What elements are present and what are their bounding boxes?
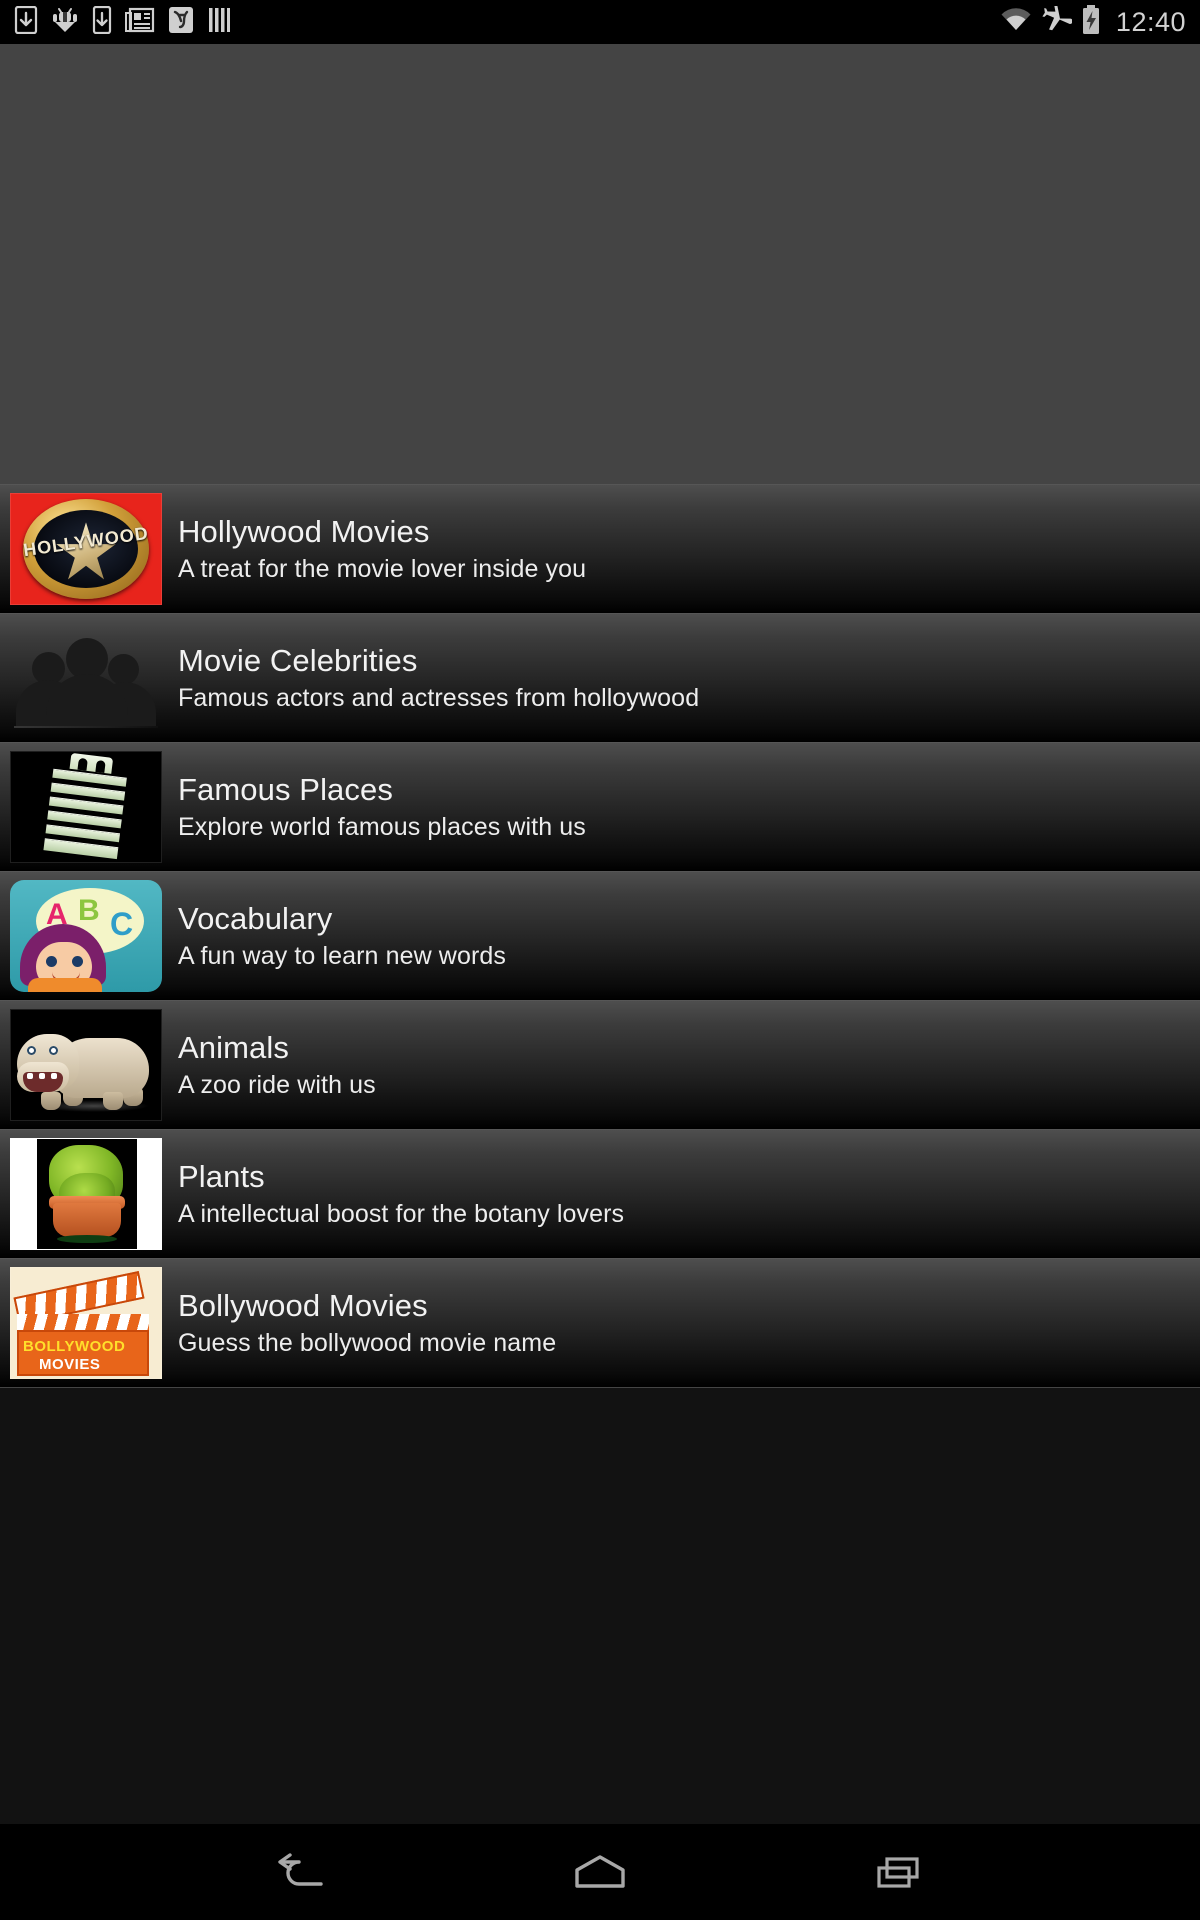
status-bar-clock: 12:40: [1115, 6, 1186, 37]
hollywood-thumb: HOLLYWOOD: [10, 493, 162, 605]
recents-button[interactable]: [840, 1824, 960, 1920]
status-bar-system-icons: 12:40: [999, 4, 1186, 40]
list-item[interactable]: BOLLYWOOD MOVIES Bollywood Movies Guess …: [0, 1258, 1200, 1387]
status-bar: 12:40: [0, 0, 1200, 44]
android-debug-icon: [51, 6, 79, 39]
back-button[interactable]: [240, 1824, 360, 1920]
wifi-icon: [999, 6, 1033, 39]
plants-thumb: [10, 1138, 162, 1250]
list-item-subtitle: A intellectual boost for the botany love…: [178, 1200, 625, 1229]
vocabulary-thumb: A B C: [10, 880, 162, 992]
bollywood-thumb-line2: MOVIES: [39, 1356, 101, 1373]
list-item-subtitle: Explore world famous places with us: [178, 813, 586, 842]
list-item[interactable]: Movie Celebrities Famous actors and actr…: [0, 613, 1200, 742]
list-item-subtitle: Guess the bollywood movie name: [178, 1329, 557, 1358]
bollywood-thumb-line1: BOLLYWOOD: [23, 1338, 126, 1355]
list-item-title: Bollywood Movies: [178, 1287, 428, 1323]
list-item-subtitle: A treat for the movie lover inside you: [178, 555, 587, 584]
list-item-subtitle: A fun way to learn new words: [178, 942, 506, 971]
list-item-subtitle: A zoo ride with us: [178, 1071, 376, 1100]
vocabulary-letter-b: B: [78, 894, 100, 927]
android-screen: 12:40 HOLLYWOOD Hollywood Movies A treat…: [0, 0, 1200, 1920]
list-item-text: Plants A intellectual boost for the bota…: [178, 1158, 625, 1229]
list-item[interactable]: A B C Vocabulary A fun way to learn new …: [0, 871, 1200, 1000]
list-item-text: Animals A zoo ride with us: [178, 1029, 376, 1100]
famous-places-thumb: [10, 751, 162, 863]
celebrities-thumb: [10, 622, 162, 734]
list-item-title: Hollywood Movies: [178, 513, 430, 549]
list-item-title: Vocabulary: [178, 900, 333, 936]
category-list[interactable]: HOLLYWOOD Hollywood Movies A treat for t…: [0, 484, 1200, 1387]
battery-charging-icon: [1081, 4, 1101, 40]
bollywood-thumb: BOLLYWOOD MOVIES: [10, 1267, 162, 1379]
airplane-mode-icon: [1042, 4, 1073, 39]
vocabulary-letter-c: C: [110, 906, 134, 942]
list-empty-area: [0, 1388, 1200, 1840]
list-item-subtitle: Famous actors and actresses from holloyw…: [178, 684, 700, 713]
list-item[interactable]: Animals A zoo ride with us: [0, 1000, 1200, 1129]
list-item-text: Movie Celebrities Famous actors and actr…: [178, 642, 700, 713]
app-f-icon: [168, 6, 194, 39]
news-icon: [125, 7, 155, 38]
bars-icon: [207, 6, 231, 39]
list-item-text: Hollywood Movies A treat for the movie l…: [178, 513, 587, 584]
navigation-bar: [0, 1824, 1200, 1920]
list-item-title: Famous Places: [178, 771, 393, 807]
list-item-title: Movie Celebrities: [178, 642, 418, 678]
download-icon: [14, 5, 38, 39]
list-item-title: Plants: [178, 1158, 265, 1194]
list-item[interactable]: Famous Places Explore world famous place…: [0, 742, 1200, 871]
download-phone-icon: [92, 5, 112, 39]
animals-thumb: [10, 1009, 162, 1121]
list-item[interactable]: Plants A intellectual boost for the bota…: [0, 1129, 1200, 1258]
list-item-text: Vocabulary A fun way to learn new words: [178, 900, 506, 971]
home-button[interactable]: [540, 1824, 660, 1920]
list-item-text: Bollywood Movies Guess the bollywood mov…: [178, 1287, 557, 1358]
status-bar-notification-icons: [14, 5, 231, 39]
list-item[interactable]: HOLLYWOOD Hollywood Movies A treat for t…: [0, 484, 1200, 613]
list-item-text: Famous Places Explore world famous place…: [178, 771, 586, 842]
list-item-title: Animals: [178, 1029, 289, 1065]
